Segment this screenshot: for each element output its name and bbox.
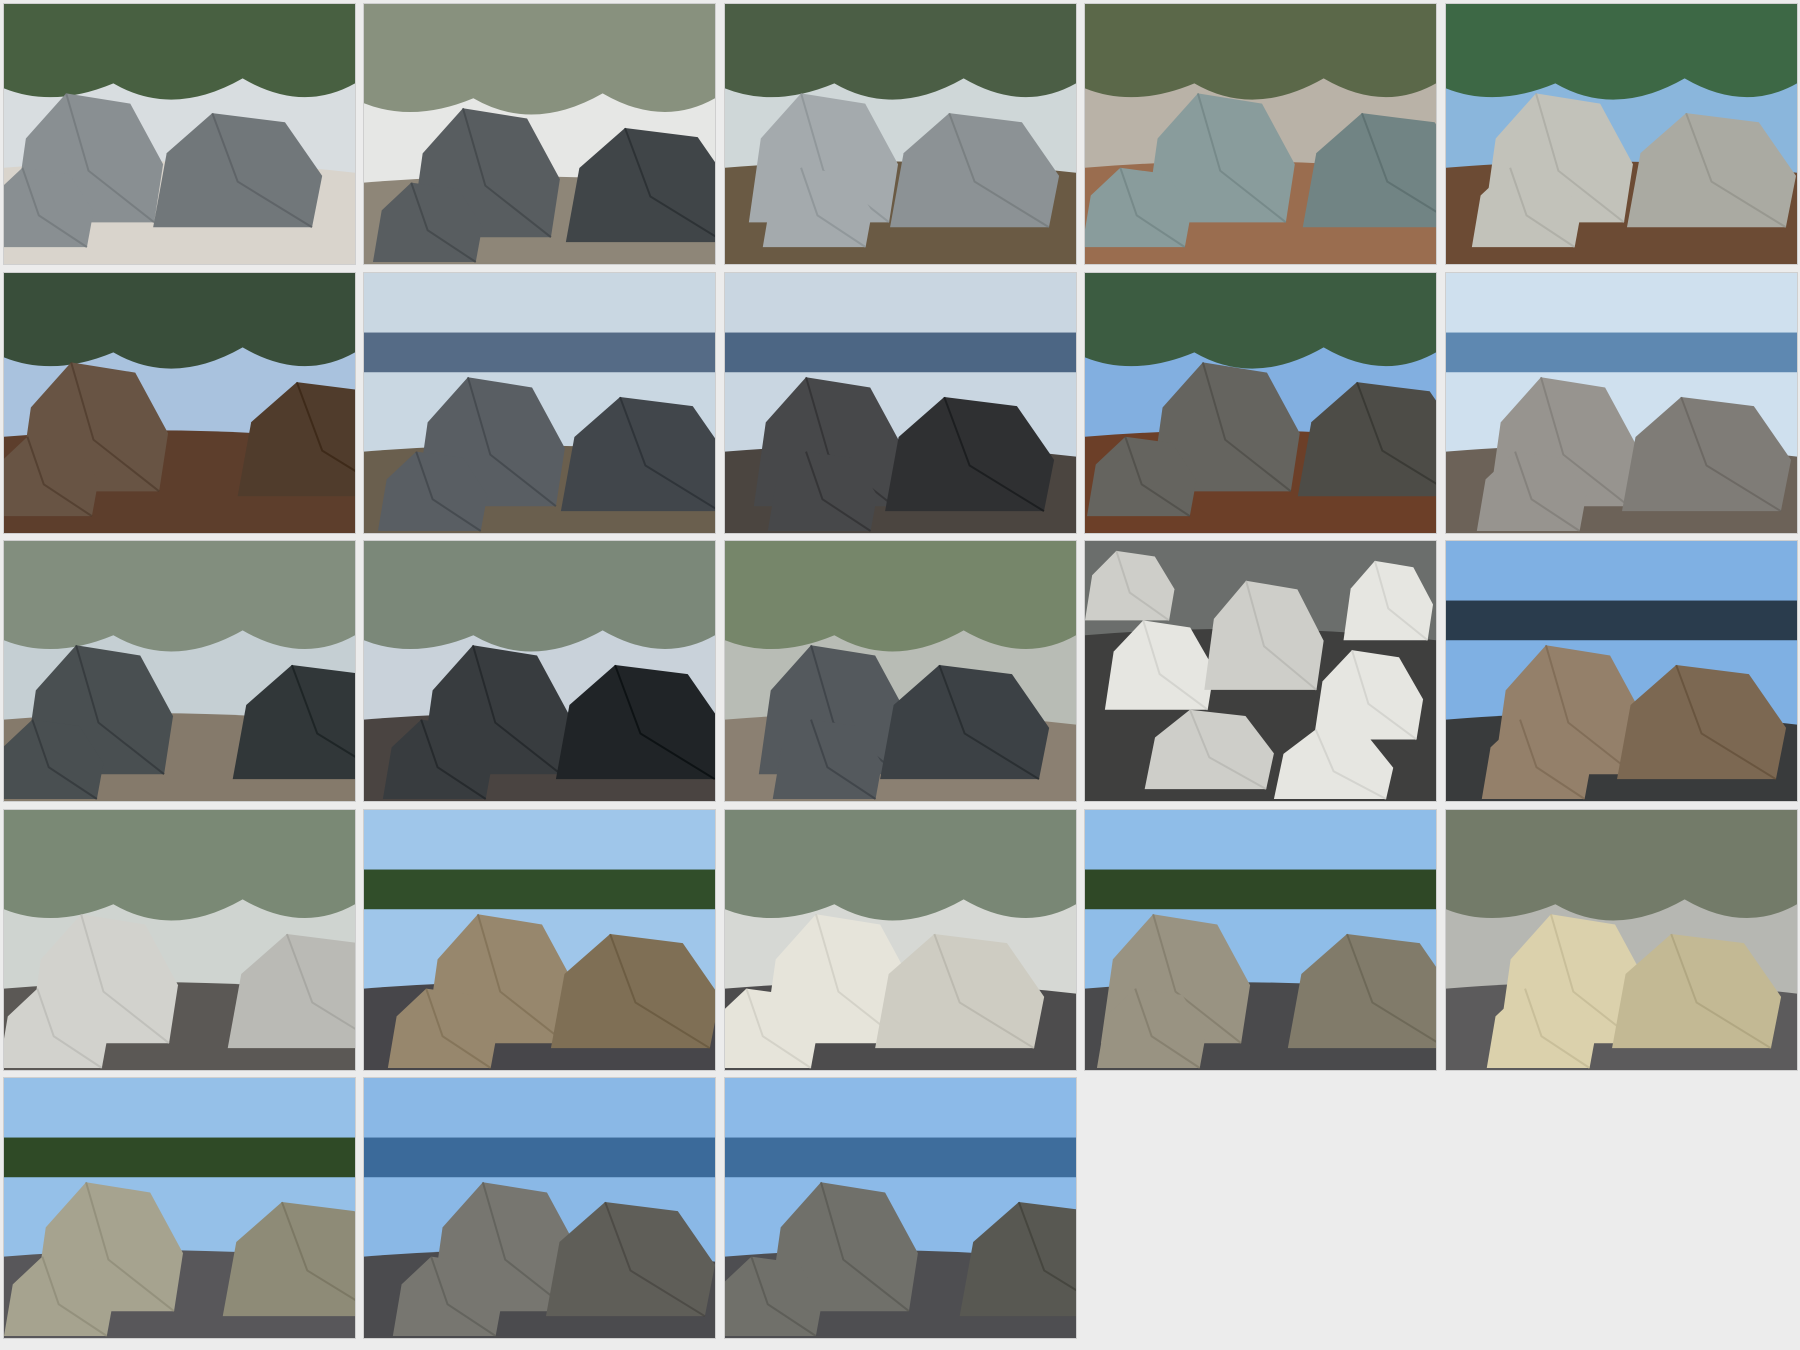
- photo-image: [1085, 541, 1437, 802]
- photo-image: [1085, 4, 1437, 264]
- photo-thumbnail[interactable]: [1084, 3, 1438, 265]
- photo-image: [1445, 4, 1797, 264]
- photo-thumbnail[interactable]: [1444, 540, 1798, 803]
- photo-thumbnail[interactable]: [363, 271, 717, 534]
- photo-image: [4, 809, 355, 1070]
- photo-image: [1085, 272, 1437, 533]
- photo-thumbnail[interactable]: [363, 540, 717, 803]
- photo-thumbnail[interactable]: [1084, 271, 1438, 534]
- photo-image: [364, 809, 716, 1070]
- photo-thumbnail[interactable]: [363, 1077, 717, 1340]
- photo-thumbnail[interactable]: [723, 1077, 1077, 1340]
- photo-thumbnail[interactable]: [3, 540, 356, 803]
- photo-thumbnail[interactable]: [1444, 271, 1798, 534]
- photo-thumbnail[interactable]: [1084, 540, 1438, 803]
- photo-image: [364, 541, 716, 802]
- photo-thumbnail[interactable]: [1444, 3, 1798, 265]
- photo-image: [1445, 809, 1797, 1070]
- photo-thumbnail[interactable]: [723, 808, 1077, 1071]
- photo-image: [4, 541, 355, 802]
- photo-thumbnail[interactable]: [1444, 808, 1798, 1071]
- photo-gallery-grid: [0, 0, 1800, 1350]
- photo-image: [364, 1078, 716, 1339]
- photo-image: [724, 1078, 1076, 1339]
- photo-image: [724, 541, 1076, 802]
- photo-thumbnail[interactable]: [3, 1077, 356, 1340]
- photo-image: [4, 272, 355, 533]
- photo-thumbnail[interactable]: [1084, 808, 1438, 1071]
- photo-thumbnail[interactable]: [723, 3, 1077, 265]
- photo-thumbnail[interactable]: [363, 808, 717, 1071]
- photo-thumbnail[interactable]: [3, 3, 356, 265]
- photo-thumbnail[interactable]: [3, 808, 356, 1071]
- photo-image: [724, 809, 1076, 1070]
- photo-thumbnail[interactable]: [723, 540, 1077, 803]
- photo-image: [364, 4, 716, 264]
- photo-image: [1445, 541, 1797, 802]
- photo-thumbnail[interactable]: [363, 3, 717, 265]
- photo-image: [364, 272, 716, 533]
- photo-image: [4, 4, 355, 264]
- photo-thumbnail[interactable]: [723, 271, 1077, 534]
- photo-image: [4, 1078, 355, 1339]
- photo-image: [724, 4, 1076, 264]
- photo-image: [724, 272, 1076, 533]
- photo-thumbnail[interactable]: [3, 271, 356, 534]
- photo-image: [1085, 809, 1437, 1070]
- photo-image: [1445, 272, 1797, 533]
